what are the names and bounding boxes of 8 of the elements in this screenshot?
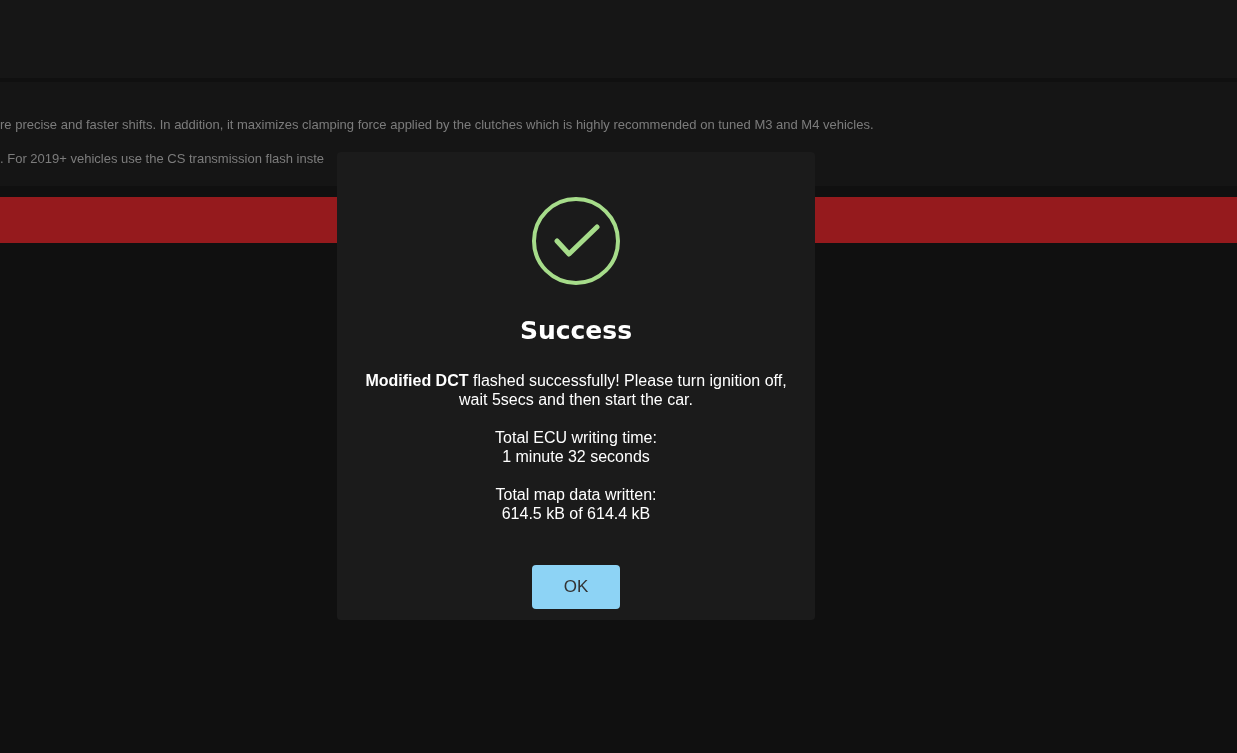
detail-text: Total map data written: 614.5 kB of 614.4 kB: [495, 485, 657, 523]
ok-button[interactable]: OK: [532, 565, 620, 609]
description-text: . For 2019+ vehicles use the CS transmission flash inste: [0, 151, 326, 167]
detail-text: Total ECU writing time: 1 minute 32 seconds: [495, 428, 657, 466]
dialog-message: Modified DCT flashed successfully! Please turn ignition off, wait 5secs and then start the car.: [364, 371, 788, 409]
dialog-title: Success: [519, 316, 633, 345]
description-text: re precise and faster shifts. In addition, it maximizes clamping force applied by the clutches which is highly recommended on tuned M3 and M4 vehicles.: [0, 117, 875, 133]
check-circle-icon: [531, 196, 621, 286]
